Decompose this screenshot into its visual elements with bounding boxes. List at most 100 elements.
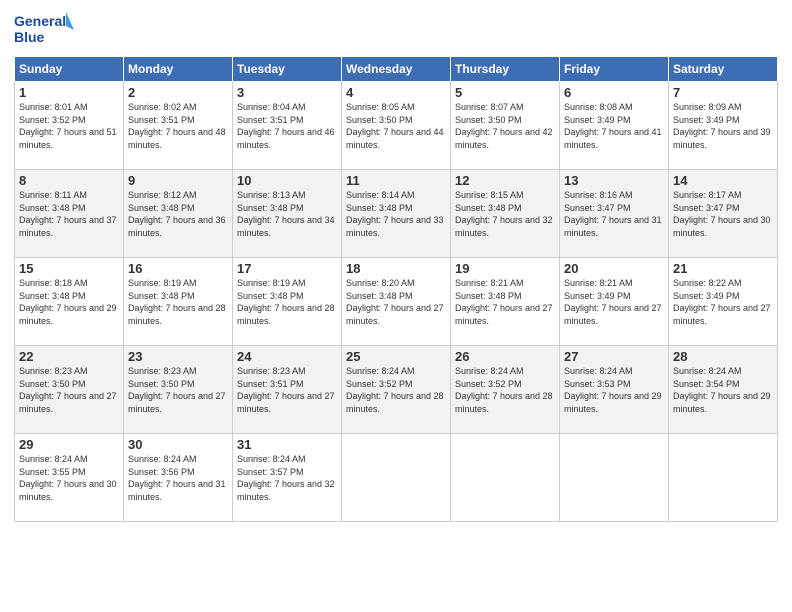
day-number: 22 xyxy=(19,349,119,364)
calendar-header-sunday: Sunday xyxy=(15,57,124,82)
calendar-header-wednesday: Wednesday xyxy=(342,57,451,82)
day-number: 15 xyxy=(19,261,119,276)
day-number: 5 xyxy=(455,85,555,100)
day-info: Sunrise: 8:17 AMSunset: 3:47 PMDaylight:… xyxy=(673,189,773,239)
day-info: Sunrise: 8:20 AMSunset: 3:48 PMDaylight:… xyxy=(346,277,446,327)
day-info: Sunrise: 8:19 AMSunset: 3:48 PMDaylight:… xyxy=(128,277,228,327)
day-number: 14 xyxy=(673,173,773,188)
day-info: Sunrise: 8:23 AMSunset: 3:51 PMDaylight:… xyxy=(237,365,337,415)
day-number: 4 xyxy=(346,85,446,100)
calendar-cell: 30 Sunrise: 8:24 AMSunset: 3:56 PMDaylig… xyxy=(124,434,233,522)
calendar-week-1: 1 Sunrise: 8:01 AMSunset: 3:52 PMDayligh… xyxy=(15,82,778,170)
day-info: Sunrise: 8:24 AMSunset: 3:52 PMDaylight:… xyxy=(346,365,446,415)
calendar-cell: 8 Sunrise: 8:11 AMSunset: 3:48 PMDayligh… xyxy=(15,170,124,258)
day-info: Sunrise: 8:16 AMSunset: 3:47 PMDaylight:… xyxy=(564,189,664,239)
calendar-cell: 29 Sunrise: 8:24 AMSunset: 3:55 PMDaylig… xyxy=(15,434,124,522)
day-number: 28 xyxy=(673,349,773,364)
day-info: Sunrise: 8:23 AMSunset: 3:50 PMDaylight:… xyxy=(19,365,119,415)
day-number: 29 xyxy=(19,437,119,452)
day-info: Sunrise: 8:23 AMSunset: 3:50 PMDaylight:… xyxy=(128,365,228,415)
day-info: Sunrise: 8:24 AMSunset: 3:55 PMDaylight:… xyxy=(19,453,119,503)
calendar-header-row: SundayMondayTuesdayWednesdayThursdayFrid… xyxy=(15,57,778,82)
day-number: 17 xyxy=(237,261,337,276)
day-number: 16 xyxy=(128,261,228,276)
day-number: 20 xyxy=(564,261,664,276)
day-info: Sunrise: 8:15 AMSunset: 3:48 PMDaylight:… xyxy=(455,189,555,239)
day-number: 24 xyxy=(237,349,337,364)
day-number: 1 xyxy=(19,85,119,100)
calendar-cell: 18 Sunrise: 8:20 AMSunset: 3:48 PMDaylig… xyxy=(342,258,451,346)
calendar-cell: 4 Sunrise: 8:05 AMSunset: 3:50 PMDayligh… xyxy=(342,82,451,170)
calendar-cell: 23 Sunrise: 8:23 AMSunset: 3:50 PMDaylig… xyxy=(124,346,233,434)
day-info: Sunrise: 8:08 AMSunset: 3:49 PMDaylight:… xyxy=(564,101,664,151)
page-container: GeneralBlue SundayMondayTuesdayWednesday… xyxy=(0,0,792,612)
day-info: Sunrise: 8:24 AMSunset: 3:56 PMDaylight:… xyxy=(128,453,228,503)
calendar-cell: 6 Sunrise: 8:08 AMSunset: 3:49 PMDayligh… xyxy=(560,82,669,170)
calendar-cell xyxy=(560,434,669,522)
day-info: Sunrise: 8:19 AMSunset: 3:48 PMDaylight:… xyxy=(237,277,337,327)
day-info: Sunrise: 8:14 AMSunset: 3:48 PMDaylight:… xyxy=(346,189,446,239)
day-number: 8 xyxy=(19,173,119,188)
day-info: Sunrise: 8:09 AMSunset: 3:49 PMDaylight:… xyxy=(673,101,773,151)
day-info: Sunrise: 8:21 AMSunset: 3:48 PMDaylight:… xyxy=(455,277,555,327)
calendar-week-3: 15 Sunrise: 8:18 AMSunset: 3:48 PMDaylig… xyxy=(15,258,778,346)
calendar-cell: 10 Sunrise: 8:13 AMSunset: 3:48 PMDaylig… xyxy=(233,170,342,258)
calendar-cell: 25 Sunrise: 8:24 AMSunset: 3:52 PMDaylig… xyxy=(342,346,451,434)
day-number: 7 xyxy=(673,85,773,100)
day-number: 12 xyxy=(455,173,555,188)
day-info: Sunrise: 8:05 AMSunset: 3:50 PMDaylight:… xyxy=(346,101,446,151)
calendar-cell: 13 Sunrise: 8:16 AMSunset: 3:47 PMDaylig… xyxy=(560,170,669,258)
svg-text:Blue: Blue xyxy=(14,29,45,45)
header: GeneralBlue xyxy=(14,10,778,50)
calendar-cell xyxy=(342,434,451,522)
calendar-week-5: 29 Sunrise: 8:24 AMSunset: 3:55 PMDaylig… xyxy=(15,434,778,522)
day-info: Sunrise: 8:18 AMSunset: 3:48 PMDaylight:… xyxy=(19,277,119,327)
calendar-header-saturday: Saturday xyxy=(669,57,778,82)
day-info: Sunrise: 8:11 AMSunset: 3:48 PMDaylight:… xyxy=(19,189,119,239)
day-number: 31 xyxy=(237,437,337,452)
calendar-cell: 31 Sunrise: 8:24 AMSunset: 3:57 PMDaylig… xyxy=(233,434,342,522)
day-number: 19 xyxy=(455,261,555,276)
logo: GeneralBlue xyxy=(14,10,74,50)
calendar-cell: 14 Sunrise: 8:17 AMSunset: 3:47 PMDaylig… xyxy=(669,170,778,258)
calendar-cell: 12 Sunrise: 8:15 AMSunset: 3:48 PMDaylig… xyxy=(451,170,560,258)
calendar-cell: 24 Sunrise: 8:23 AMSunset: 3:51 PMDaylig… xyxy=(233,346,342,434)
calendar-cell: 7 Sunrise: 8:09 AMSunset: 3:49 PMDayligh… xyxy=(669,82,778,170)
calendar-cell: 5 Sunrise: 8:07 AMSunset: 3:50 PMDayligh… xyxy=(451,82,560,170)
day-number: 11 xyxy=(346,173,446,188)
day-number: 3 xyxy=(237,85,337,100)
day-info: Sunrise: 8:04 AMSunset: 3:51 PMDaylight:… xyxy=(237,101,337,151)
day-number: 30 xyxy=(128,437,228,452)
day-info: Sunrise: 8:22 AMSunset: 3:49 PMDaylight:… xyxy=(673,277,773,327)
calendar-cell: 17 Sunrise: 8:19 AMSunset: 3:48 PMDaylig… xyxy=(233,258,342,346)
calendar-header-thursday: Thursday xyxy=(451,57,560,82)
calendar-cell: 15 Sunrise: 8:18 AMSunset: 3:48 PMDaylig… xyxy=(15,258,124,346)
calendar-cell: 11 Sunrise: 8:14 AMSunset: 3:48 PMDaylig… xyxy=(342,170,451,258)
calendar-header-friday: Friday xyxy=(560,57,669,82)
day-number: 27 xyxy=(564,349,664,364)
calendar-table: SundayMondayTuesdayWednesdayThursdayFrid… xyxy=(14,56,778,522)
calendar-week-4: 22 Sunrise: 8:23 AMSunset: 3:50 PMDaylig… xyxy=(15,346,778,434)
calendar-cell: 1 Sunrise: 8:01 AMSunset: 3:52 PMDayligh… xyxy=(15,82,124,170)
calendar-header-tuesday: Tuesday xyxy=(233,57,342,82)
calendar-cell: 22 Sunrise: 8:23 AMSunset: 3:50 PMDaylig… xyxy=(15,346,124,434)
calendar-cell: 2 Sunrise: 8:02 AMSunset: 3:51 PMDayligh… xyxy=(124,82,233,170)
svg-text:General: General xyxy=(14,13,66,29)
day-number: 25 xyxy=(346,349,446,364)
day-info: Sunrise: 8:12 AMSunset: 3:48 PMDaylight:… xyxy=(128,189,228,239)
calendar-cell: 19 Sunrise: 8:21 AMSunset: 3:48 PMDaylig… xyxy=(451,258,560,346)
day-info: Sunrise: 8:01 AMSunset: 3:52 PMDaylight:… xyxy=(19,101,119,151)
calendar-cell: 27 Sunrise: 8:24 AMSunset: 3:53 PMDaylig… xyxy=(560,346,669,434)
logo-svg: GeneralBlue xyxy=(14,10,74,50)
day-info: Sunrise: 8:13 AMSunset: 3:48 PMDaylight:… xyxy=(237,189,337,239)
day-number: 26 xyxy=(455,349,555,364)
day-number: 6 xyxy=(564,85,664,100)
calendar-cell: 20 Sunrise: 8:21 AMSunset: 3:49 PMDaylig… xyxy=(560,258,669,346)
day-info: Sunrise: 8:02 AMSunset: 3:51 PMDaylight:… xyxy=(128,101,228,151)
calendar-cell: 28 Sunrise: 8:24 AMSunset: 3:54 PMDaylig… xyxy=(669,346,778,434)
calendar-header-monday: Monday xyxy=(124,57,233,82)
day-info: Sunrise: 8:24 AMSunset: 3:53 PMDaylight:… xyxy=(564,365,664,415)
day-info: Sunrise: 8:07 AMSunset: 3:50 PMDaylight:… xyxy=(455,101,555,151)
day-number: 18 xyxy=(346,261,446,276)
calendar-cell: 16 Sunrise: 8:19 AMSunset: 3:48 PMDaylig… xyxy=(124,258,233,346)
